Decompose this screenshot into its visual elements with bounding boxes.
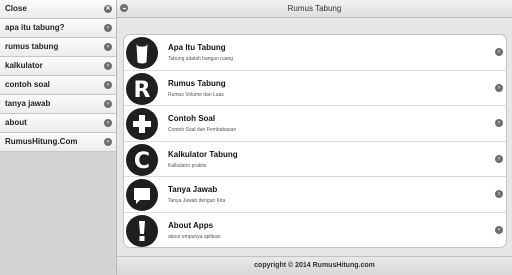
- sidebar-item-label: apa itu tabung?: [5, 23, 65, 32]
- main-panel: Rumus Tabung Apa Itu Tabung Tabung adala…: [117, 0, 512, 275]
- menu-list: Apa Itu Tabung Tabung adalah bangun ruan…: [123, 34, 507, 248]
- svg-text:R: R: [134, 78, 151, 103]
- chevron-right-icon: ›: [495, 225, 503, 234]
- list-item-title: Tanya Jawab: [168, 185, 218, 194]
- chevron-right-icon: ›: [104, 24, 112, 32]
- sidebar-item-label: tanya jawab: [5, 99, 51, 108]
- sidebar-item-label: about: [5, 118, 27, 127]
- menu-icon[interactable]: [120, 4, 128, 12]
- cylinder-icon: [126, 37, 158, 69]
- side-panel: Close ✕ apa itu tabung? › rumus tabung ›…: [0, 0, 117, 275]
- plus-icon: [126, 108, 158, 140]
- list-item-title: About Apps: [168, 220, 214, 230]
- list-item-subtitle: Tanya Jawab dengan Kita: [168, 198, 226, 204]
- page-title: Rumus Tabung: [287, 4, 342, 13]
- chat-bubble-icon: [126, 179, 158, 211]
- list-item-title: Apa Itu Tabung: [168, 43, 226, 52]
- sidebar-item-rumushitung[interactable]: RumusHitung.Com ›: [0, 133, 116, 152]
- sidebar-item-label: contoh soal: [5, 80, 50, 89]
- chevron-right-icon: ›: [104, 81, 112, 89]
- sidebar-item-label: RumusHitung.Com: [5, 137, 78, 146]
- list-item-contoh-soal[interactable]: Contoh Soal Contoh Soal dan Pembahasan ›: [124, 106, 506, 142]
- list-item-subtitle: Kalkulator praktis: [168, 162, 207, 169]
- chevron-right-icon: ›: [495, 119, 503, 127]
- chevron-right-icon: ›: [495, 190, 503, 198]
- letter-c-icon: C: [126, 143, 158, 176]
- sidebar-item-apa-itu-tabung[interactable]: apa itu tabung? ›: [0, 19, 116, 38]
- letter-r-icon: R: [126, 72, 158, 105]
- list-item-title: Contoh Soal: [168, 114, 216, 123]
- list-item-subtitle: about empunya aplikasi: [168, 233, 221, 240]
- chevron-right-icon: ›: [104, 138, 112, 146]
- sidebar-item-about[interactable]: about ›: [0, 114, 116, 133]
- chevron-right-icon: ›: [495, 83, 503, 92]
- chevron-right-icon: ›: [104, 100, 112, 108]
- sidebar-item-kalkulator[interactable]: kalkulator ›: [0, 57, 116, 76]
- app-header: Rumus Tabung: [117, 0, 512, 18]
- sidebar-item-tanya-jawab[interactable]: tanya jawab ›: [0, 95, 116, 114]
- close-icon: ✕: [104, 5, 112, 13]
- chevron-right-icon: ›: [104, 119, 112, 127]
- sidebar-item-contoh-soal[interactable]: contoh soal ›: [0, 76, 116, 95]
- list-item-rumus-tabung[interactable]: R Rumus Tabung Rumus Volume dan Luas ›: [124, 71, 506, 106]
- svg-text:C: C: [134, 149, 150, 174]
- footer-copyright: copyright © 2014 RumusHitung.com: [254, 262, 375, 269]
- sidebar-item-label: Close: [5, 4, 27, 13]
- chevron-right-icon: ›: [104, 43, 112, 51]
- sidebar-item-label: kalkulator: [5, 61, 43, 70]
- sidebar-item-rumus-tabung[interactable]: rumus tabung ›: [0, 38, 116, 57]
- chevron-right-icon: ›: [495, 48, 503, 56]
- list-item-title: Rumus Tabung: [168, 78, 226, 88]
- sidebar-item-label: rumus tabung: [5, 42, 59, 51]
- list-item-apa-itu-tabung[interactable]: Apa Itu Tabung Tabung adalah bangun ruan…: [124, 35, 506, 71]
- list-item-title: Kalkulator Tabung: [168, 149, 238, 159]
- sidebar-item-close[interactable]: Close ✕: [0, 0, 116, 19]
- list-item-about-apps[interactable]: About Apps about empunya aplikasi ›: [124, 213, 506, 248]
- list-item-kalkulator-tabung[interactable]: C Kalkulator Tabung Kalkulator praktis ›: [124, 142, 506, 177]
- list-item-subtitle: Rumus Volume dan Luas: [168, 91, 224, 98]
- chevron-right-icon: ›: [104, 62, 112, 70]
- list-item-subtitle: Tabung adalah bangun ruang: [168, 56, 234, 62]
- list-item-subtitle: Contoh Soal dan Pembahasan: [168, 127, 237, 133]
- exclamation-icon: [126, 214, 158, 247]
- footer: copyright © 2014 RumusHitung.com: [117, 256, 512, 275]
- chevron-right-icon: ›: [495, 154, 503, 163]
- list-item-tanya-jawab[interactable]: Tanya Jawab Tanya Jawab dengan Kita ›: [124, 177, 506, 213]
